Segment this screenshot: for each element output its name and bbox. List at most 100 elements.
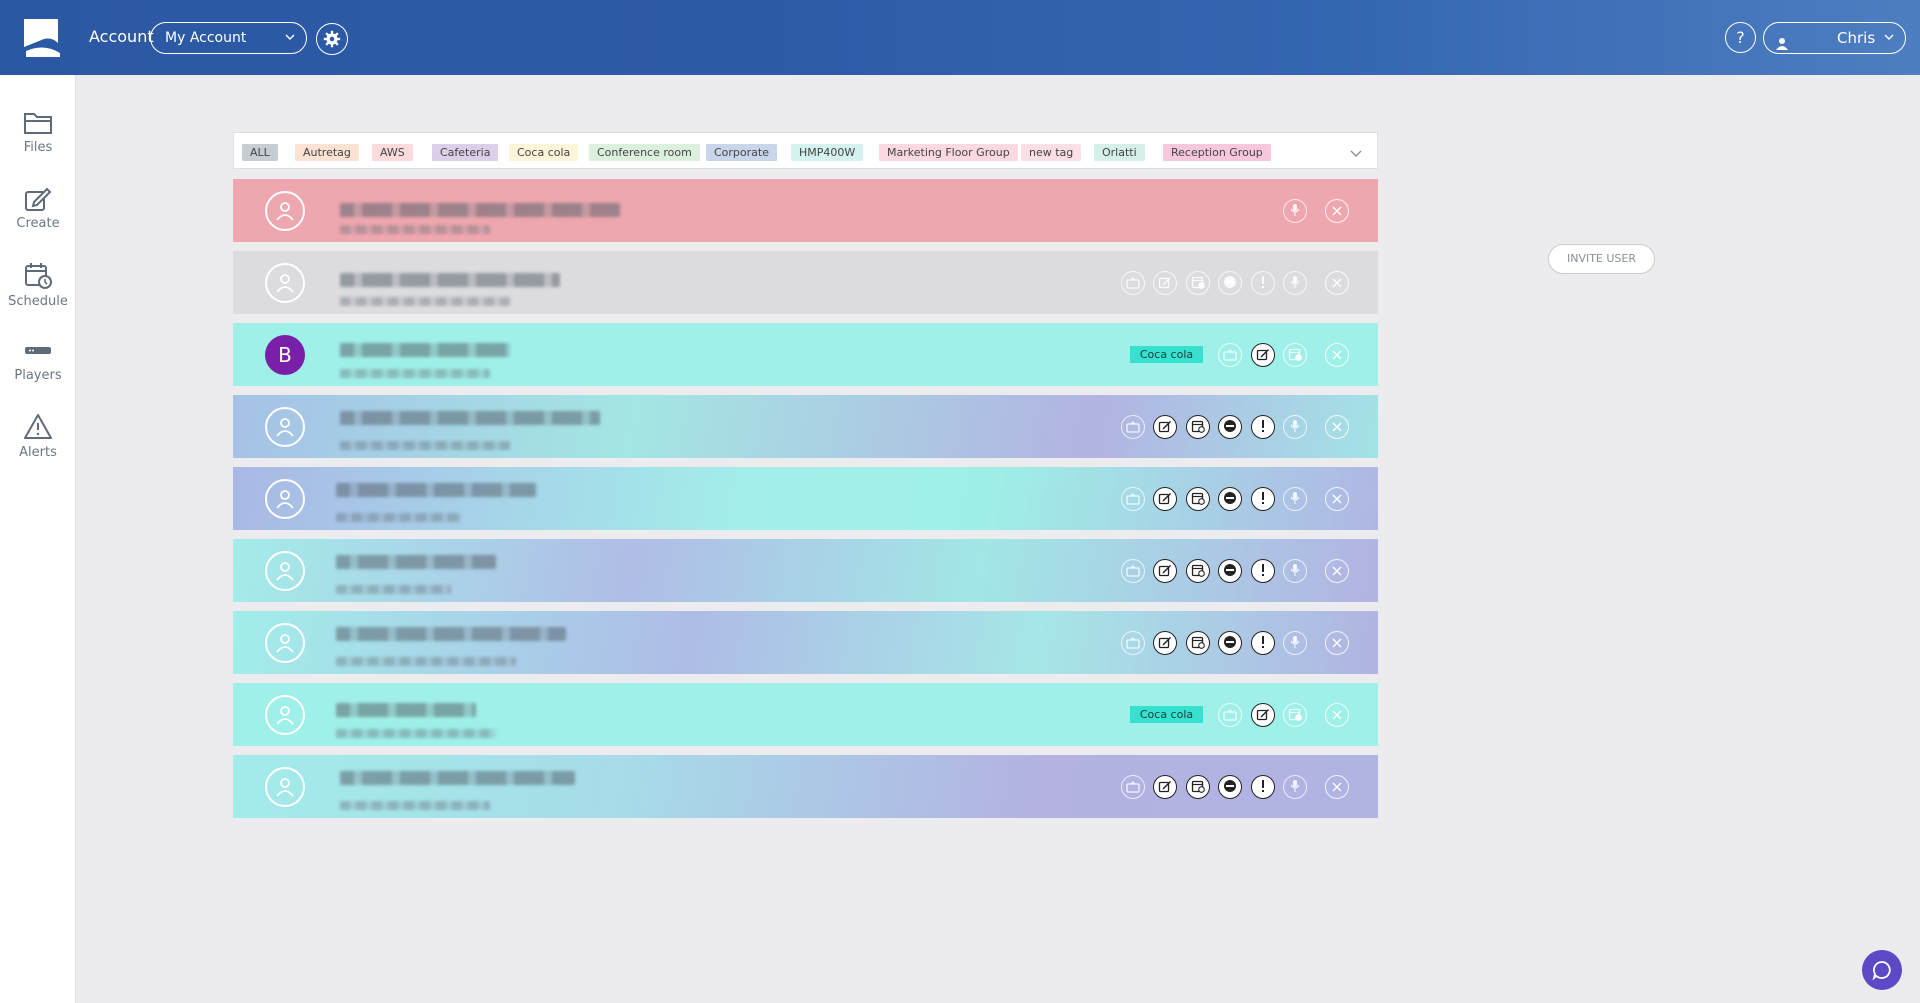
tag-orlatti[interactable]: Orlatti — [1094, 144, 1145, 161]
user-row[interactable] — [233, 755, 1378, 818]
remove-user-button[interactable] — [1325, 199, 1349, 223]
user-row[interactable]: B Coca cola — [233, 323, 1378, 386]
tag-conference-room[interactable]: Conference room — [589, 144, 700, 161]
remove-user-button[interactable] — [1325, 775, 1349, 799]
schedule-permission-button[interactable] — [1185, 559, 1210, 583]
invite-user-button[interactable]: INVITE USER — [1548, 244, 1655, 274]
remove-user-button[interactable] — [1325, 631, 1349, 655]
user-row[interactable] — [233, 539, 1378, 602]
player-permission-button[interactable] — [1120, 487, 1145, 511]
edit-icon — [1256, 346, 1270, 365]
mic-permission-button[interactable] — [1283, 199, 1307, 223]
redacted-user-email — [336, 585, 451, 594]
alert-permission-button[interactable] — [1250, 415, 1275, 439]
schedule-permission-button[interactable] — [1283, 703, 1307, 727]
player-permission-button[interactable] — [1120, 559, 1145, 583]
minus-permission-button[interactable] — [1218, 487, 1242, 511]
folder-icon — [24, 113, 52, 134]
edit-permission-button[interactable] — [1153, 775, 1177, 799]
mic-permission-button[interactable] — [1283, 415, 1307, 439]
tag-marketing-floor-group[interactable]: Marketing Floor Group — [879, 144, 1018, 161]
edit-permission-button[interactable] — [1153, 487, 1177, 511]
schedule-permission-button[interactable] — [1185, 271, 1210, 295]
schedule-permission-button[interactable] — [1185, 415, 1210, 439]
minus-permission-button[interactable] — [1218, 415, 1242, 439]
mic-permission-button[interactable] — [1283, 631, 1307, 655]
mic-icon — [1289, 202, 1301, 221]
sidebar-item-alerts[interactable]: Alerts — [0, 413, 76, 475]
close-icon — [1332, 278, 1342, 288]
sidebar-item-players[interactable]: Players — [0, 338, 76, 400]
user-row[interactable] — [233, 179, 1378, 242]
user-row[interactable] — [233, 251, 1378, 314]
remove-user-button[interactable] — [1325, 343, 1349, 367]
tag-all[interactable]: ALL — [242, 144, 278, 161]
help-button[interactable]: ? — [1725, 22, 1756, 53]
remove-user-button[interactable] — [1325, 559, 1349, 583]
tag-coca-cola[interactable]: Coca cola — [509, 144, 579, 161]
redacted-user-name — [340, 411, 600, 425]
tag-aws[interactable]: AWS — [372, 144, 413, 161]
tag-hmp400w[interactable]: HMP400W — [791, 144, 864, 161]
player-permission-button[interactable] — [1218, 703, 1242, 727]
user-menu-button[interactable]: Chris — [1763, 22, 1906, 54]
mic-permission-button[interactable] — [1283, 775, 1307, 799]
edit-permission-button[interactable] — [1153, 271, 1177, 295]
account-select[interactable]: My Account — [150, 22, 307, 54]
sidebar-item-files[interactable]: Files — [0, 110, 76, 172]
chevron-down-icon[interactable] — [1349, 145, 1363, 164]
mic-permission-button[interactable] — [1283, 271, 1307, 295]
user-icon — [1776, 31, 1788, 61]
schedule-permission-button[interactable] — [1185, 775, 1210, 799]
alert-permission-button[interactable] — [1250, 775, 1275, 799]
schedule-permission-button[interactable] — [1185, 631, 1210, 655]
user-row[interactable] — [233, 395, 1378, 458]
edit-permission-button[interactable] — [1153, 631, 1177, 655]
edit-permission-button[interactable] — [1153, 415, 1177, 439]
tag-autretag[interactable]: Autretag — [295, 144, 359, 161]
schedule-permission-button[interactable] — [1185, 487, 1210, 511]
user-row[interactable] — [233, 467, 1378, 530]
minus-permission-button[interactable] — [1218, 631, 1242, 655]
player-permission-button[interactable] — [1218, 343, 1242, 367]
sidebar-item-label: Create — [16, 216, 60, 231]
remove-user-button[interactable] — [1325, 703, 1349, 727]
alert-permission-button[interactable] — [1250, 487, 1275, 511]
chat-button[interactable] — [1862, 950, 1902, 990]
user-row[interactable] — [233, 611, 1378, 674]
player-icon — [1125, 490, 1140, 509]
remove-user-button[interactable] — [1325, 415, 1349, 439]
user-avatar-icon — [265, 263, 305, 303]
player-permission-button[interactable] — [1120, 631, 1145, 655]
redacted-user-name — [340, 273, 560, 287]
tag-new-tag[interactable]: new tag — [1021, 144, 1082, 161]
alert-permission-button[interactable] — [1250, 631, 1275, 655]
mic-permission-button[interactable] — [1283, 487, 1307, 511]
alert-permission-button[interactable] — [1250, 271, 1275, 295]
minus-permission-button[interactable] — [1218, 775, 1242, 799]
edit-permission-button[interactable] — [1153, 559, 1177, 583]
tag-reception-group[interactable]: Reception Group — [1163, 144, 1271, 161]
tag-corporate[interactable]: Corporate — [706, 144, 777, 161]
account-label: Account — [89, 27, 154, 46]
player-permission-button[interactable] — [1120, 271, 1145, 295]
schedule-permission-button[interactable] — [1283, 343, 1307, 367]
player-permission-button[interactable] — [1120, 775, 1145, 799]
remove-user-button[interactable] — [1325, 487, 1349, 511]
sidebar-item-create[interactable]: Create — [0, 186, 76, 248]
app-logo-icon[interactable] — [22, 17, 62, 57]
schedule-icon — [1191, 634, 1205, 653]
user-row[interactable]: Coca cola — [233, 683, 1378, 746]
remove-user-button[interactable] — [1325, 271, 1349, 295]
alert-permission-button[interactable] — [1250, 559, 1275, 583]
account-settings-button[interactable] — [316, 23, 348, 55]
sidebar-item-schedule[interactable]: Schedule — [0, 262, 76, 324]
account-select-value: My Account — [165, 30, 247, 46]
edit-permission-button[interactable] — [1250, 343, 1275, 367]
mic-permission-button[interactable] — [1283, 559, 1307, 583]
minus-permission-button[interactable] — [1218, 559, 1242, 583]
minus-permission-button[interactable] — [1218, 271, 1242, 295]
edit-permission-button[interactable] — [1250, 703, 1275, 727]
player-permission-button[interactable] — [1120, 415, 1145, 439]
tag-cafeteria[interactable]: Cafeteria — [432, 144, 499, 161]
